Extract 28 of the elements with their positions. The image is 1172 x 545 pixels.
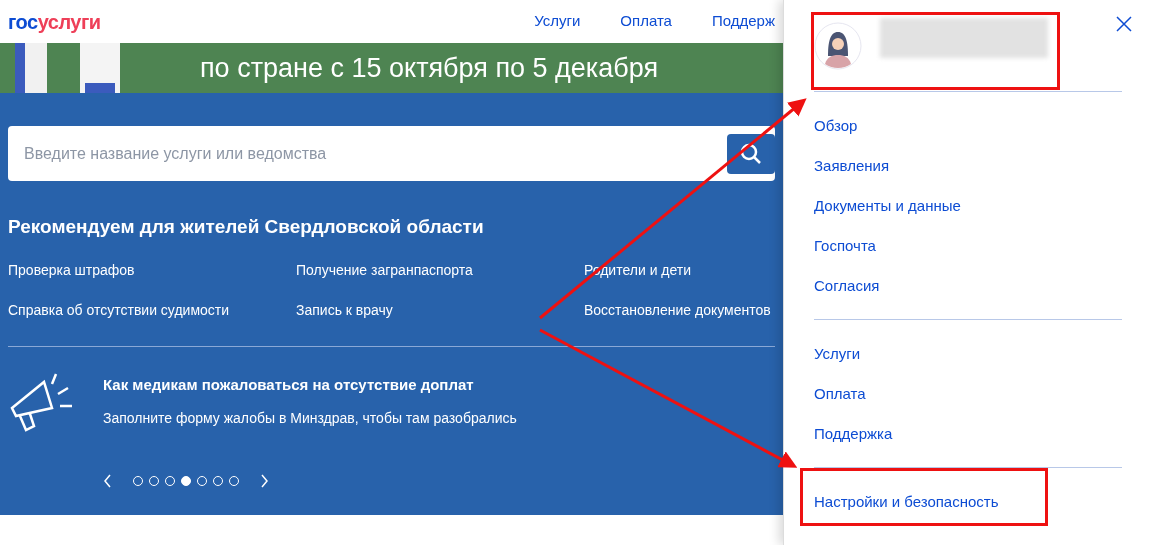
avatar <box>814 21 862 70</box>
banner-text: по стране с 15 октября по 5 декабря <box>200 51 659 85</box>
search-field[interactable]: Введите название услуги или ведомства <box>24 141 727 166</box>
menu-item[interactable]: Заявления <box>814 157 1122 174</box>
menu-item[interactable]: Госпочта <box>814 237 1122 254</box>
menu-item[interactable]: Обзор <box>814 117 1122 134</box>
nav-link[interactable]: Поддерж <box>711 10 775 33</box>
close-icon[interactable] <box>1116 16 1132 32</box>
menu-item[interactable]: Услуги <box>814 345 1122 362</box>
menu-item[interactable]: Настройки и безопасность <box>814 493 1122 510</box>
menu-item[interactable]: Оплата <box>814 385 1122 402</box>
service-link[interactable]: Получение загранпаспорта <box>296 259 584 281</box>
news-title: Как медикам пожаловаться на отсутствие доплат <box>103 374 475 395</box>
nav-link[interactable]: Оплата <box>620 10 672 33</box>
menu-item[interactable]: Согласия <box>814 277 1122 294</box>
service-link[interactable]: Восстановление документов <box>584 299 784 321</box>
search-button[interactable] <box>727 133 775 174</box>
logo: госуслуги <box>8 9 101 35</box>
service-link[interactable]: Справка об отсутствии судимости <box>8 299 296 321</box>
menu-item[interactable]: Поддержка <box>814 425 1122 442</box>
service-link[interactable]: Проверка штрафов <box>8 259 296 281</box>
search-bar[interactable]: Введите название услуги или ведомства <box>8 126 775 181</box>
menu-item[interactable]: Документы и данные <box>814 197 1122 214</box>
section-title: Рекомендуем для жителей Свердловской области <box>8 215 485 239</box>
service-link[interactable]: Запись к врачу <box>296 299 584 321</box>
search-icon <box>739 141 763 166</box>
nav-link[interactable]: Услуги <box>534 10 581 33</box>
news-text: Заполните форму жалобы в Минздрав, чтобы там разобрались <box>103 409 517 428</box>
